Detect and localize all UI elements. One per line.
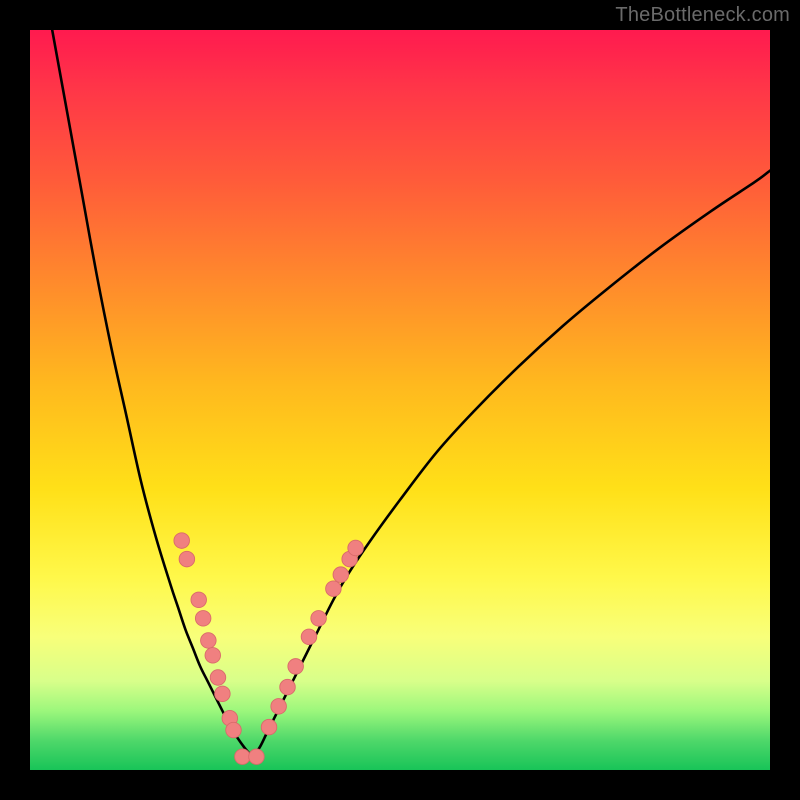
- plot-area: [30, 30, 770, 770]
- right-curve: [252, 171, 770, 757]
- chart-overlay: [30, 30, 770, 770]
- scatter-dot: [205, 648, 221, 664]
- scatter-dot: [261, 719, 277, 735]
- scatter-dot: [215, 686, 231, 702]
- scatter-dot: [311, 611, 327, 627]
- scatter-dot: [348, 540, 364, 556]
- scatter-dot: [226, 722, 242, 738]
- scatter-dot: [249, 749, 265, 765]
- scatter-dot: [271, 699, 287, 715]
- chart-frame: TheBottleneck.com: [0, 0, 800, 800]
- scatter-dot: [201, 633, 217, 649]
- scatter-dot: [210, 670, 226, 686]
- left-curve: [52, 30, 252, 757]
- watermark-text: TheBottleneck.com: [615, 4, 790, 27]
- scatter-dot: [191, 592, 207, 608]
- scatter-dot: [288, 659, 304, 675]
- scatter-dots: [174, 533, 363, 765]
- scatter-dot: [280, 679, 296, 695]
- scatter-dot: [179, 551, 195, 567]
- scatter-dot: [235, 749, 251, 765]
- scatter-dot: [326, 581, 342, 597]
- scatter-dot: [174, 533, 190, 549]
- scatter-dot: [301, 629, 317, 645]
- scatter-dot: [195, 611, 211, 627]
- scatter-dot: [333, 567, 349, 583]
